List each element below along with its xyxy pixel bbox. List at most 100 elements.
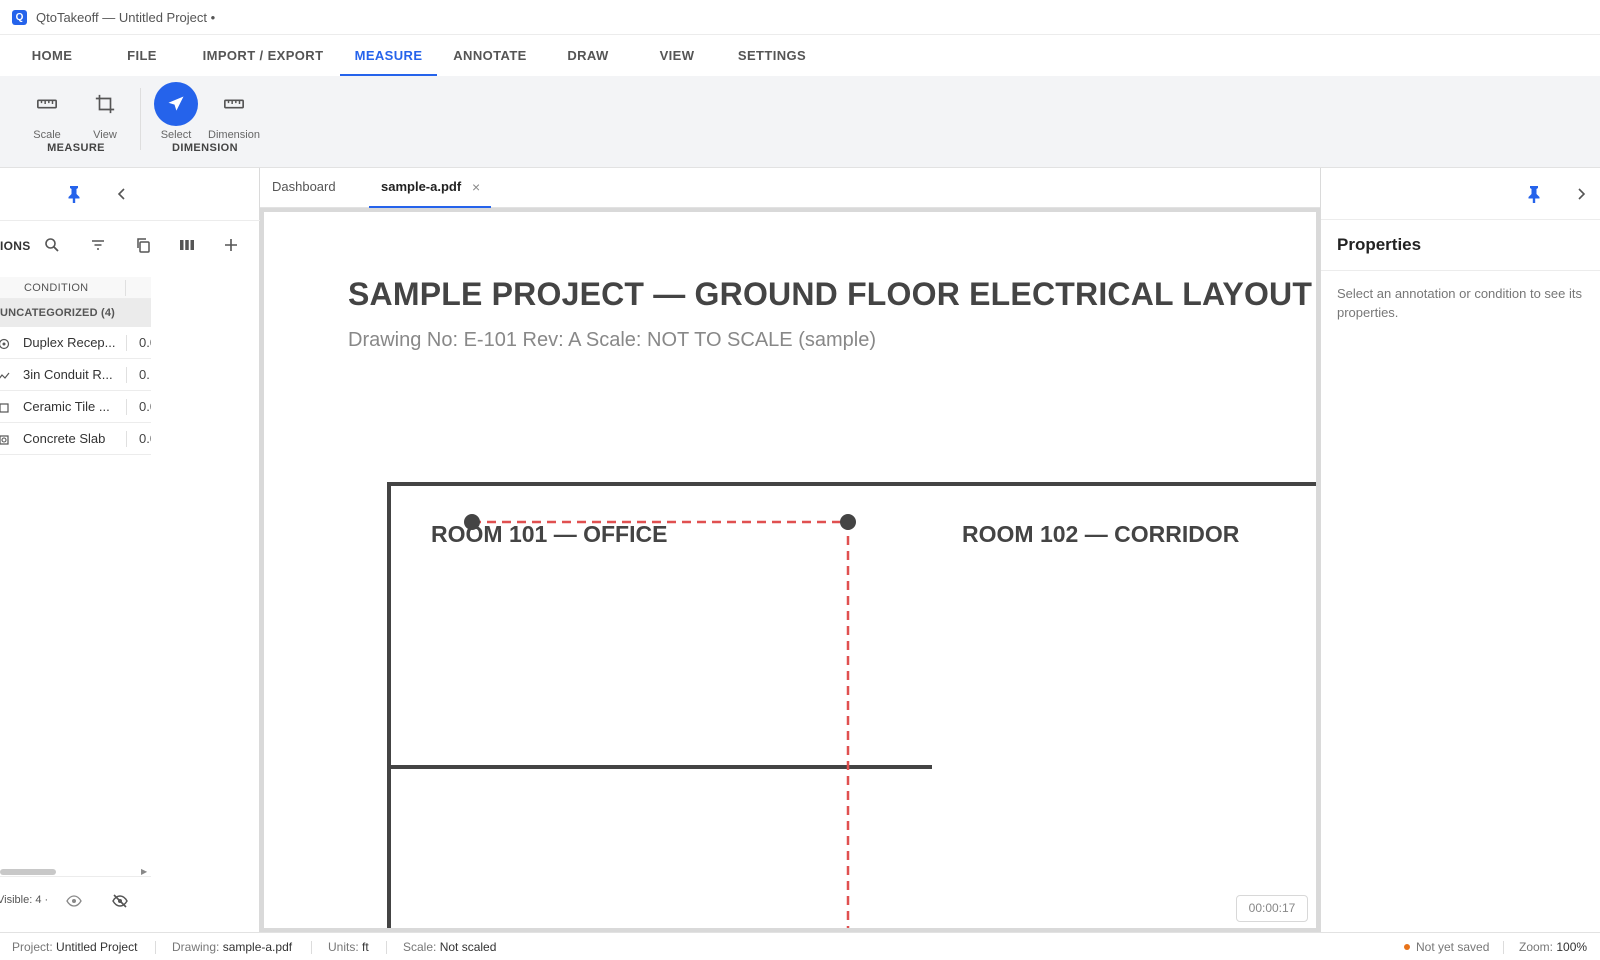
menu-tab-measure[interactable]: MEASURE — [340, 35, 437, 76]
status-project: Project: Untitled Project — [12, 940, 137, 954]
columns-icon[interactable] — [177, 235, 197, 255]
status-units: Units: ft — [328, 940, 369, 954]
conditions-footer: Visible: 4 · — [0, 876, 151, 924]
close-icon[interactable]: × — [472, 168, 480, 206]
dimension-tool-label: Dimension — [208, 129, 260, 141]
properties-title: Properties — [1337, 235, 1422, 254]
scroll-right-icon[interactable]: ▶ — [141, 867, 147, 876]
view-tool-label: View — [93, 129, 117, 141]
condition-quantity: 0. — [126, 367, 151, 383]
menu-tab-import-export[interactable]: IMPORT / EXPORT — [196, 35, 330, 76]
scale-tool-button[interactable]: Scale — [19, 82, 75, 141]
status-scale-value: Not scaled — [439, 940, 497, 954]
save-status-text: Not yet saved — [1416, 940, 1490, 954]
ruler-icon — [25, 82, 69, 126]
status-drawing: Drawing: sample-a.pdf — [172, 940, 292, 954]
column-divider[interactable] — [125, 280, 126, 296]
save-status: Not yet saved — [1404, 940, 1489, 954]
linear-icon — [0, 370, 10, 382]
navigation-arrow-icon — [154, 82, 198, 126]
condition-column-header[interactable]: CONDITION — [24, 282, 88, 294]
status-scale: Scale: Not scaled — [403, 940, 496, 954]
collapse-left-icon[interactable] — [112, 184, 132, 204]
filter-icon[interactable] — [88, 235, 108, 255]
menu-tab-annotate[interactable]: ANNOTATE — [446, 35, 534, 76]
search-icon[interactable] — [42, 235, 62, 255]
condition-name: Duplex Recep... — [23, 335, 116, 350]
eye-icon[interactable] — [64, 891, 84, 911]
condition-row[interactable]: 3in Conduit R... 0. — [0, 359, 151, 391]
ribbon-toolbar: Scale View Select Dimension MEASURE DIME… — [0, 76, 1600, 168]
tab-sample-a-pdf[interactable]: sample-a.pdf × — [369, 168, 491, 208]
sheet-subtitle: Drawing No: E-101 Rev: A Scale: NOT TO S… — [348, 329, 876, 351]
room-label: ROOM 101 — OFFICE — [431, 521, 668, 547]
view-tool-button[interactable]: View — [77, 82, 133, 141]
window-title: QtoTakeoff — Untitled Project • — [36, 9, 216, 25]
ruler-icon — [212, 82, 256, 126]
properties-hint: Select an annotation or condition to see… — [1337, 286, 1582, 320]
elapsed-timer: 00:00:17 — [1236, 895, 1308, 922]
menu-tab-draw[interactable]: DRAW — [557, 35, 619, 76]
conditions-toolbar-extra — [151, 220, 260, 268]
status-zoom-value: 100% — [1556, 940, 1588, 954]
app-logo: Q — [12, 9, 27, 25]
condition-name: 3in Conduit R... — [23, 367, 113, 382]
tab-label: sample-a.pdf — [381, 179, 462, 194]
document-tab-bar: Dashboard sample-a.pdf × — [260, 168, 1320, 208]
status-drawing-label: Drawing: — [172, 940, 220, 954]
conditions-panel-header — [0, 168, 260, 220]
select-tool-button[interactable]: Select — [148, 82, 204, 141]
menu-tab-file[interactable]: FILE — [114, 35, 170, 76]
menu-tab-settings[interactable]: SETTINGS — [727, 35, 817, 76]
dimension-group-label: DIMENSION — [172, 142, 238, 154]
condition-row[interactable]: Ceramic Tile ... 0.0 — [0, 391, 151, 423]
collapse-right-icon[interactable] — [1571, 184, 1591, 204]
room-label: ROOM 102 — CORRIDOR — [962, 521, 1240, 547]
condition-quantity: 0.0 — [126, 399, 151, 415]
menu-bar: HOME FILE IMPORT / EXPORT MEASURE ANNOTA… — [0, 35, 1600, 76]
drawing-canvas[interactable]: SAMPLE PROJECT — GROUND FLOOR ELECTRICAL… — [264, 212, 1316, 928]
status-zoom: Zoom: 100% — [1519, 940, 1587, 954]
tab-dashboard[interactable]: Dashboard — [272, 168, 352, 208]
dimension-tool-button[interactable]: Dimension — [206, 82, 262, 141]
horizontal-scrollbar[interactable]: ▶ — [0, 867, 151, 876]
select-tool-label: Select — [160, 129, 192, 141]
ribbon-divider — [140, 88, 141, 150]
scale-tool-label: Scale — [33, 129, 61, 141]
condition-row[interactable]: Concrete Slab 0.0 — [0, 423, 151, 455]
scrollbar-thumb[interactable] — [0, 869, 56, 875]
count-icon — [0, 338, 10, 350]
menu-tab-view[interactable]: VIEW — [646, 35, 708, 76]
measure-group-label: MEASURE — [47, 142, 105, 154]
visible-count: Visible: 4 · — [0, 894, 49, 906]
status-zoom-label: Zoom: — [1519, 940, 1554, 954]
drawing-linework — [387, 482, 1316, 928]
status-divider — [386, 941, 387, 954]
properties-panel: Properties Select an annotation or condi… — [1320, 168, 1600, 932]
condition-row[interactable]: Duplex Recep... 0.0 — [0, 327, 151, 359]
unsaved-dot-icon — [1404, 944, 1410, 950]
eye-off-icon[interactable] — [110, 891, 130, 911]
add-icon[interactable] — [221, 235, 241, 255]
condition-quantity: 0.0 — [126, 431, 151, 447]
pin-icon[interactable] — [64, 184, 84, 204]
condition-name: Concrete Slab — [23, 431, 106, 446]
condition-group-row[interactable]: UNCATEGORIZED (4) — [0, 299, 151, 327]
status-divider — [155, 941, 156, 954]
sheet-title: SAMPLE PROJECT — GROUND FLOOR ELECTRICAL… — [348, 276, 1313, 312]
menu-tab-home[interactable]: HOME — [20, 35, 84, 76]
conditions-toolbar: IONS — [0, 220, 151, 268]
pin-icon[interactable] — [1524, 184, 1544, 204]
status-project-value: Untitled Project — [56, 940, 138, 954]
copy-icon[interactable] — [133, 235, 153, 255]
status-bar: Project: Untitled Project Drawing: sampl… — [0, 932, 1600, 960]
conditions-grid-header: CONDITION — [0, 277, 151, 299]
status-project-label: Project: — [12, 940, 53, 954]
status-scale-label: Scale: — [403, 940, 437, 954]
status-divider — [1503, 941, 1504, 954]
status-drawing-value: sample-a.pdf — [222, 940, 293, 954]
measure-vertex-handle[interactable] — [840, 514, 856, 530]
properties-panel-header — [1321, 168, 1600, 220]
condition-name: Ceramic Tile ... — [23, 399, 110, 414]
title-bar: Q QtoTakeoff — Untitled Project • — [0, 0, 1600, 35]
